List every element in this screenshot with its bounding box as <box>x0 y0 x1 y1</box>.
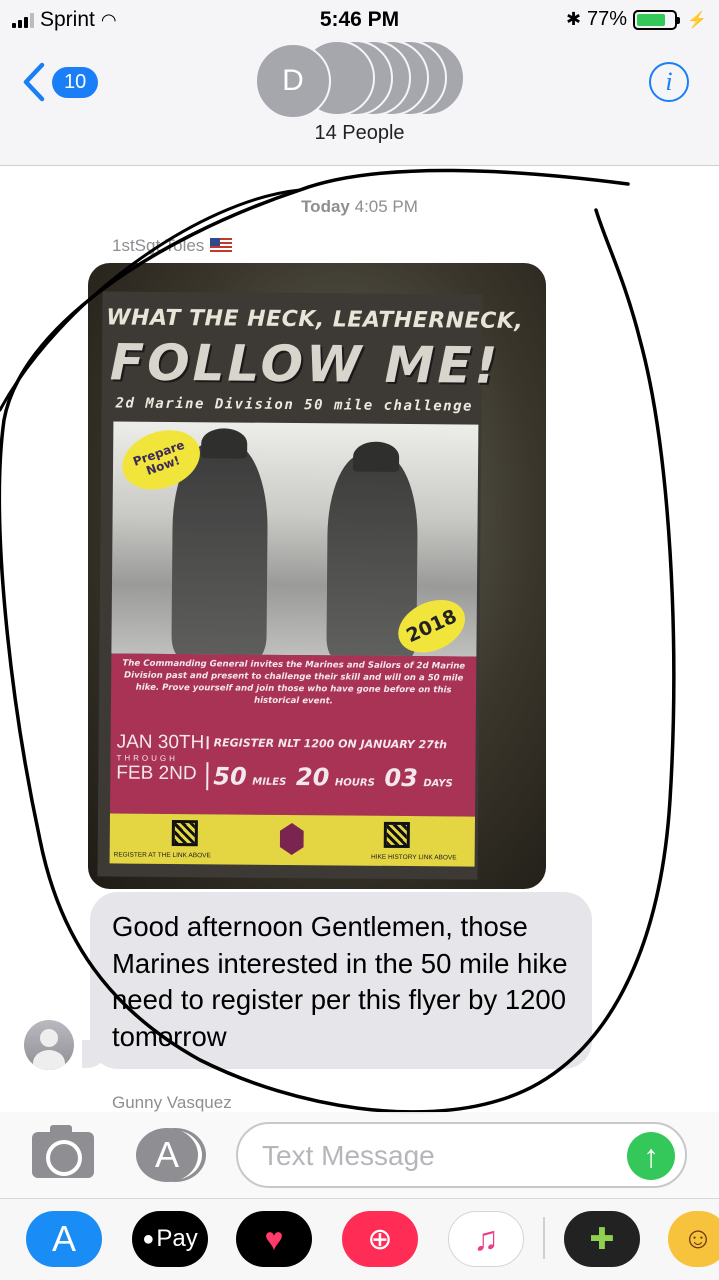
flyer-info-panel: The Commanding General invites the Marin… <box>110 653 477 817</box>
days-value: 03 <box>384 763 418 793</box>
image-attachment[interactable]: WHAT THE HECK, LEATHERNECK, FOLLOW ME! 2… <box>88 263 546 889</box>
apple-icon: ● <box>142 1227 155 1250</box>
message-timestamp: Today 4:05 PM <box>0 197 719 217</box>
digital-touch-app[interactable]: ♥ <box>236 1211 312 1267</box>
miles-value: 50 <box>213 762 247 791</box>
arrow-up-icon: ↑ <box>643 1137 659 1174</box>
character-sticker-app[interactable]: ☺ <box>668 1211 719 1267</box>
register-deadline: REGISTER NLT 1200 ON JANUARY 27th <box>206 736 448 752</box>
history-link-label: HIKE HISTORY LINK ABOVE <box>370 853 457 862</box>
app-store-app[interactable]: A <box>26 1211 102 1267</box>
contact-avatar-icon[interactable] <box>24 1020 74 1070</box>
status-bar: Sprint ◠ 5:46 PM ✱ 77% ⚡ <box>0 0 719 40</box>
app-drawer: A ● Pay ♥ ⊕ ♫ ✚ ☺ <box>0 1198 719 1280</box>
bluetooth-icon: ✱ <box>565 9 582 29</box>
music-note-icon: ♫ <box>473 1219 499 1258</box>
flyer-invite-text: The Commanding General invites the Marin… <box>122 658 466 707</box>
unread-count-badge: 10 <box>52 66 99 98</box>
info-button[interactable]: i <box>649 62 689 102</box>
avatar-primary: D <box>255 43 331 119</box>
compose-bar: A ↑ <box>0 1112 719 1198</box>
app-store-icon: A <box>154 1134 179 1175</box>
pay-label: Pay <box>156 1225 198 1252</box>
flyer: WHAT THE HECK, LEATHERNECK, FOLLOW ME! 2… <box>97 291 523 880</box>
message-bubble[interactable]: Good afternoon Gentlemen, those Marines … <box>90 892 592 1069</box>
drawer-divider <box>543 1217 545 1259</box>
flyer-title: FOLLOW ME! <box>109 333 501 395</box>
battery-percent: 77% <box>587 8 628 30</box>
date-start: JAN 30TH <box>116 731 205 754</box>
register-link-label: REGISTER AT THE LINK ABOVE <box>113 851 211 860</box>
conversation-header: 10 D 14 People i <box>0 40 719 166</box>
message-input[interactable] <box>262 1138 622 1174</box>
us-flag-icon <box>210 238 233 252</box>
group-name[interactable]: 14 People <box>0 122 719 145</box>
timestamp-day: Today <box>301 197 350 216</box>
chevron-left-icon <box>23 62 45 102</box>
flyer-dates: JAN 30TH THROUGH FEB 2ND <box>116 731 204 785</box>
sender-name-text: 1stSgt Toles <box>112 236 205 255</box>
gamepad-icon: ✚ <box>589 1222 615 1256</box>
days-unit: DAYS <box>423 778 453 790</box>
hours-value: 20 <box>295 763 330 792</box>
timestamp-time: 4:05 PM <box>354 197 418 216</box>
flyer-headline: WHAT THE HECK, LEATHERNECK, <box>106 305 524 335</box>
division-emblem-icon <box>280 823 304 855</box>
back-button[interactable]: 10 <box>20 62 99 102</box>
send-button[interactable]: ↑ <box>627 1132 675 1180</box>
date-end: FEB 2ND <box>116 762 197 785</box>
group-avatars[interactable]: D <box>255 40 465 126</box>
music-app[interactable]: ♫ <box>448 1211 524 1267</box>
character-face-icon: ☺ <box>682 1222 714 1255</box>
app-store-icon: A <box>51 1218 76 1259</box>
miles-unit: MILES <box>252 776 287 788</box>
charging-icon: ⚡ <box>687 11 707 29</box>
battery-fill <box>637 13 665 26</box>
images-search-app[interactable]: ⊕ <box>342 1211 418 1267</box>
flyer-footer: REGISTER AT THE LINK ABOVE HIKE HISTORY … <box>109 813 475 867</box>
globe-search-icon: ⊕ <box>367 1222 393 1256</box>
sender-name: 1stSgt Toles <box>112 236 233 256</box>
status-right: ✱ 77% ⚡ <box>566 8 707 31</box>
flyer-photo: Prepare Now! 2018 <box>111 421 479 657</box>
helmet-shape <box>352 441 400 472</box>
heart-icon: ♥ <box>264 1220 284 1257</box>
hours-unit: HOURS <box>334 777 375 789</box>
flyer-subtitle: 2d Marine Division 50 mile challenge <box>115 395 474 415</box>
camera-button[interactable] <box>32 1125 94 1178</box>
apple-pay-app[interactable]: ● Pay <box>132 1211 208 1267</box>
hike-stats: 50 MILES 20 HOURS 03 DAYS <box>206 762 457 793</box>
game-app[interactable]: ✚ <box>564 1211 640 1267</box>
qr-code-icon <box>383 821 410 849</box>
sender-name: Gunny Vasquez <box>112 1093 232 1112</box>
battery-icon <box>633 9 681 30</box>
app-store-button[interactable]: A <box>136 1128 198 1182</box>
messages-app: Sprint ◠ 5:46 PM ✱ 77% ⚡ 10 D 14 People … <box>0 0 719 1280</box>
qr-code-icon <box>171 819 198 847</box>
helmet-shape <box>201 428 248 459</box>
message-field[interactable]: ↑ <box>236 1122 687 1188</box>
